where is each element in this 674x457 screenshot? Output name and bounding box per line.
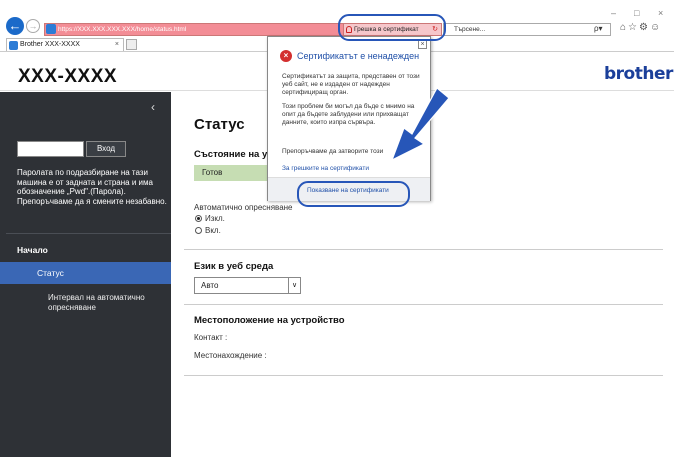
- screen: – □ × ← → https://XXX.XXX.XXX.XXX/home/s…: [0, 0, 674, 457]
- callout-arrow-icon: [390, 87, 450, 162]
